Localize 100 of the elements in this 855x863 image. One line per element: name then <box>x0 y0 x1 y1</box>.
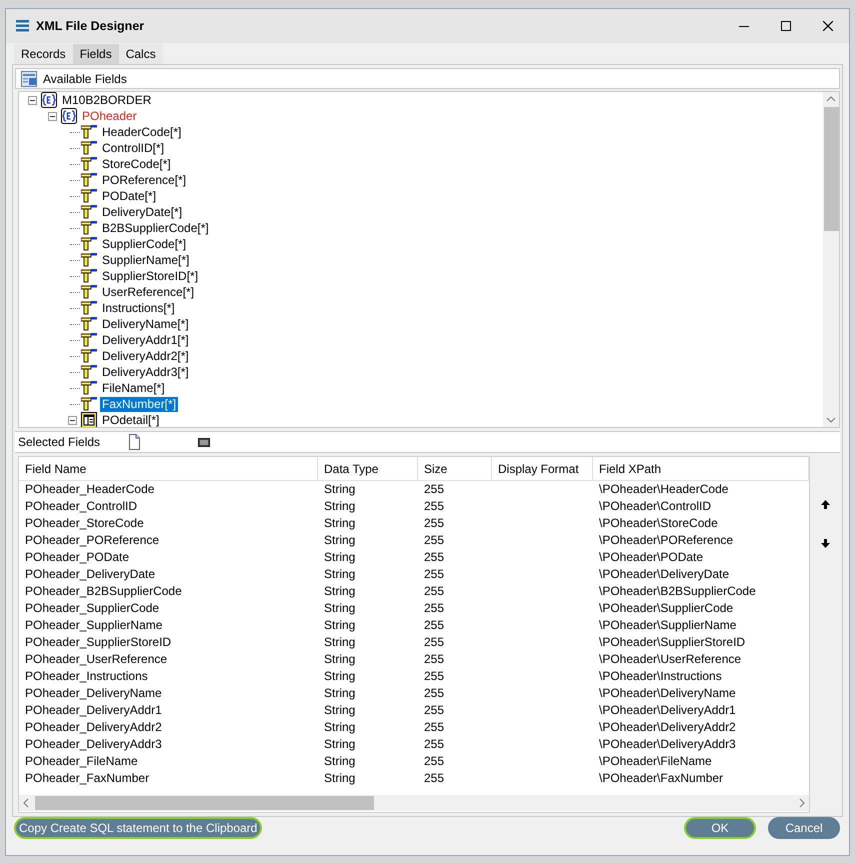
tree-item[interactable]: POheader <box>80 108 139 124</box>
table-cell-text: 255 <box>423 549 446 566</box>
up-arrow-icon[interactable] <box>820 500 830 509</box>
tab[interactable]: Calcs <box>118 44 163 64</box>
scroll-left-icon[interactable] <box>23 798 29 808</box>
tab[interactable]: Records <box>14 44 73 64</box>
tree-item[interactable]: SupplierName[*] <box>100 252 192 268</box>
field-icon <box>81 268 97 284</box>
tree-item[interactable]: ControlID[*] <box>100 140 166 156</box>
table-cell-text: \POheader\SupplierCode <box>598 600 734 617</box>
field-icon <box>81 348 97 364</box>
tree-item[interactable]: StoreCode[*] <box>100 156 173 172</box>
field-icon <box>81 316 97 332</box>
table-cell-text: 255 <box>423 532 446 549</box>
field-icon <box>81 172 97 188</box>
ok-button[interactable]: OK <box>684 817 756 839</box>
tree-item[interactable]: SupplierCode[*] <box>100 236 188 252</box>
table-cell-text: POheader_PODate <box>24 549 130 566</box>
table-cell-text: \POheader\DeliveryAddr2 <box>598 719 737 736</box>
scrollbar-thumb[interactable] <box>35 796 374 810</box>
tree-item[interactable]: FaxNumber[*] <box>100 396 178 412</box>
table-cell-text: \POheader\StoreCode <box>598 515 719 532</box>
tree-item[interactable]: DeliveryDate[*] <box>100 204 184 220</box>
table-cell-text: POheader_UserReference <box>24 651 168 668</box>
table-cell-text: \POheader\PODate <box>598 549 704 566</box>
column-header[interactable]: Size <box>418 457 492 481</box>
collapse-toggle[interactable] <box>48 112 56 120</box>
tree-item[interactable]: DeliveryName[*] <box>100 316 191 332</box>
table-cell-text: 255 <box>423 481 446 498</box>
tree-item[interactable]: M10B2BORDER <box>60 92 154 108</box>
table-cell-text: POheader_SupplierCode <box>24 600 160 617</box>
field-icon <box>81 252 97 268</box>
scroll-up-icon[interactable] <box>826 96 836 102</box>
vertical-scrollbar[interactable] <box>823 92 839 427</box>
table-cell-text: 255 <box>423 634 446 651</box>
tree-item[interactable]: B2BSupplierCode[*] <box>100 220 211 236</box>
tree-item[interactable]: POdetail[*] <box>100 412 162 427</box>
table-cell-text: String <box>323 719 356 736</box>
menu-icon[interactable] <box>16 20 29 32</box>
table-cell-text: POheader_DeliveryAddr3 <box>24 736 163 753</box>
table-cell-text: \POheader\DeliveryAddr1 <box>598 702 737 719</box>
table-cell-text: String <box>323 532 356 549</box>
table-cell-text: 255 <box>423 566 446 583</box>
tree-item[interactable]: DeliveryAddr3[*] <box>100 364 191 380</box>
table-cell-text: POheader_FileName <box>24 753 139 770</box>
field-icon <box>81 188 97 204</box>
table-cell-text: String <box>323 617 356 634</box>
table-cell-text: 255 <box>423 583 446 600</box>
horizontal-scrollbar[interactable] <box>19 795 810 811</box>
tree-item[interactable]: Instructions[*] <box>100 300 177 316</box>
table-cell-text: \POheader\B2BSupplierCode <box>598 583 757 600</box>
cancel-button[interactable]: Cancel <box>768 817 840 839</box>
tab[interactable]: Fields <box>72 44 119 64</box>
table-cell-text: String <box>323 515 356 532</box>
table-cell-text: \POheader\FileName <box>598 753 713 770</box>
tree-item[interactable]: SupplierStoreID[*] <box>100 268 200 284</box>
table-cell-text: String <box>323 702 356 719</box>
window-title: XML File Designer <box>36 19 144 33</box>
tree-item[interactable]: POReference[*] <box>100 172 188 188</box>
field-icon <box>81 396 97 412</box>
table-cell-text: String <box>323 583 356 600</box>
table-cell-text: POheader_DeliveryDate <box>24 566 156 583</box>
table-cell-text: POheader_DeliveryAddr2 <box>24 719 163 736</box>
scrollbar-thumb[interactable] <box>824 107 838 231</box>
table-cell-text: POheader_StoreCode <box>24 515 145 532</box>
tree-item[interactable]: UserReference[*] <box>100 284 196 300</box>
close-icon[interactable] <box>823 21 833 31</box>
tree-item[interactable]: HeaderCode[*] <box>100 124 184 140</box>
table-cell-text: POheader_POReference <box>24 532 160 549</box>
scroll-right-icon[interactable] <box>799 798 806 808</box>
column-header[interactable]: Field XPath <box>593 457 810 481</box>
document-icon[interactable] <box>128 434 141 450</box>
table-cell-text: \POheader\ControlID <box>598 498 712 515</box>
column-header[interactable]: Display Format <box>492 457 593 481</box>
collapse-toggle[interactable] <box>28 96 36 104</box>
table-cell-text: 255 <box>423 753 446 770</box>
table-cell-text: \POheader\SupplierStoreID <box>598 634 746 651</box>
table-cell-text: 255 <box>423 770 446 787</box>
tree-item[interactable]: PODate[*] <box>100 188 158 204</box>
table-cell-text: POheader_B2BSupplierCode <box>24 583 183 600</box>
collapse-toggle[interactable] <box>68 416 76 424</box>
table-cell-text: String <box>323 549 356 566</box>
table-cell-text: String <box>323 770 356 787</box>
scroll-down-icon[interactable] <box>826 417 836 423</box>
table-cell-text: 255 <box>423 515 446 532</box>
element-icon <box>61 108 77 124</box>
table-cell-text: 255 <box>423 600 446 617</box>
down-arrow-icon[interactable] <box>820 539 830 548</box>
field-icon <box>81 204 97 220</box>
maximize-icon[interactable] <box>781 21 791 31</box>
table-cell-text: 255 <box>423 668 446 685</box>
tree-item[interactable]: FileName[*] <box>100 380 167 396</box>
table-cell-text: 255 <box>423 617 446 634</box>
column-header[interactable]: Field Name <box>19 457 318 481</box>
column-header[interactable]: Data Type <box>318 457 418 481</box>
copy-sql-button[interactable]: Copy Create SQL statement to the Clipboard <box>14 817 262 839</box>
table-cell-text: 255 <box>423 736 446 753</box>
tree-item[interactable]: DeliveryAddr1[*] <box>100 332 191 348</box>
film-strip-icon[interactable] <box>198 436 210 448</box>
tree-item[interactable]: DeliveryAddr2[*] <box>100 348 191 364</box>
